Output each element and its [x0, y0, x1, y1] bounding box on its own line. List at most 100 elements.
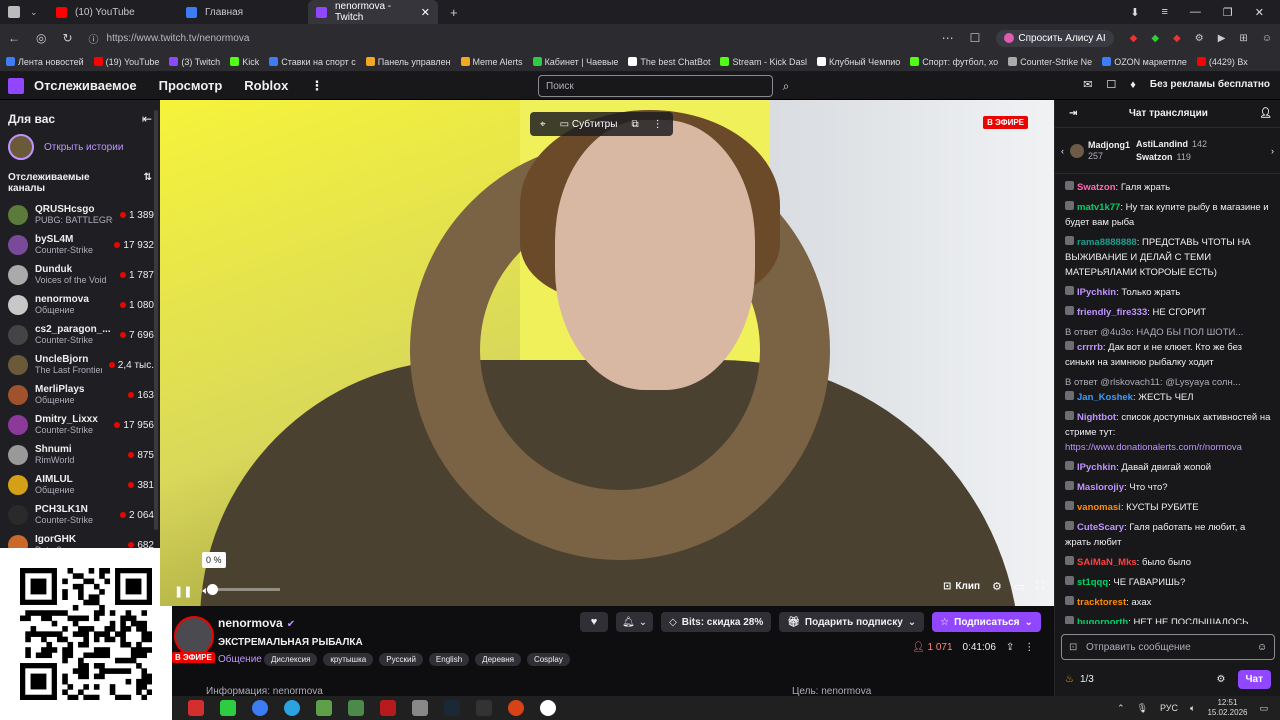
volume-icon[interactable]: 🔈︎: [1190, 703, 1195, 714]
chat-username[interactable]: Jan_Koshek: [1077, 392, 1133, 403]
sidebar-channel-qrushcsgo[interactable]: QRUSHcsgoPUBG: BATTLEGROUNDS 1 389: [0, 200, 160, 230]
chevron-up-icon[interactable]: ⌃: [1117, 703, 1125, 714]
video-player[interactable]: ⌖ ▭ Субтитры ⧉ ⋮ В ЭФИРЕ 0 % ❚❚ 🔈︎ ⊡ Клип…: [160, 100, 1054, 606]
open-stories[interactable]: Открыть истории: [0, 126, 160, 168]
bookmark-item[interactable]: Клубный Чемпио: [816, 57, 900, 67]
yandex-browser-icon[interactable]: [540, 700, 556, 716]
app-icon[interactable]: [316, 700, 332, 716]
chat-message[interactable]: В ответ @4u3o: НАДО БЫ ПОЛ ШОТИ... crrrrb…: [1065, 325, 1271, 370]
bookmark-item[interactable]: (4429) Вх: [1196, 57, 1248, 67]
channel-avatar[interactable]: [174, 616, 214, 656]
minimize-button[interactable]: —: [1190, 6, 1201, 19]
sidebar-channel-cs2-paragon-[interactable]: cs2_paragon_... Counter-Strike 7 696: [0, 320, 160, 350]
crown-icon[interactable]: ♦: [1130, 79, 1136, 91]
tab-twitch[interactable]: nenormova - Twitch ✕: [308, 0, 438, 24]
chat-username[interactable]: vanomasi: [1077, 502, 1121, 513]
app-icon[interactable]: [188, 700, 204, 716]
url-field[interactable]: https://www.twitch.tv/nenormova: [107, 33, 250, 44]
chat-message[interactable]: vanomasi: КУСТЫ РУБИТЕ: [1065, 500, 1271, 515]
reload-icon[interactable]: ↻: [62, 31, 72, 45]
tag[interactable]: English: [428, 653, 470, 666]
sidebar-channel-shnumi[interactable]: Shnumi RimWorld 875: [0, 440, 160, 470]
fullscreen-icon[interactable]: ⛶: [1036, 580, 1044, 593]
chat-username[interactable]: CuteScary: [1077, 522, 1124, 533]
chat-message[interactable]: CuteScary: Галя работать не любит, а жра…: [1065, 520, 1271, 550]
extension-icon[interactable]: ◆: [1173, 33, 1181, 44]
app-icon[interactable]: [412, 700, 428, 716]
chat-message[interactable]: st1qqq: ЧЕ ГАВАРИШЬ?: [1065, 575, 1271, 590]
chat-message[interactable]: Maslorojiy: Что что?: [1065, 480, 1271, 495]
chat-username[interactable]: st1qqq: [1077, 577, 1108, 588]
bookmark-item[interactable]: Kick: [230, 57, 259, 67]
chevron-right-icon[interactable]: ›: [1271, 146, 1274, 156]
tag[interactable]: крутышка: [323, 653, 374, 666]
menu-icon[interactable]: ≡: [1161, 6, 1167, 19]
gift-sub-button[interactable]: 🎁︎ Подарить подписку ⌄: [779, 612, 925, 632]
sidebar-channel-bysl4m[interactable]: bySL4M Counter-Strike 17 932: [0, 230, 160, 260]
streamer-name[interactable]: nenormova ✔: [218, 616, 295, 630]
bookmark-item[interactable]: (19) YouTube: [93, 57, 159, 67]
chat-message[interactable]: tracktorest: ахах: [1065, 595, 1271, 610]
nav-more-icon[interactable]: ⋮: [310, 78, 323, 94]
collapse-chat-icon[interactable]: ⇥: [1069, 108, 1077, 119]
chat-message[interactable]: В ответ @rlskovach11: @Lysyaya солн... Ja…: [1065, 375, 1271, 405]
chat-username[interactable]: IPychkin: [1077, 462, 1116, 473]
sidebar-channel-igorghk[interactable]: IgorGHKDota 2 682: [0, 530, 160, 548]
tag[interactable]: Дислексия: [264, 653, 318, 666]
gear-icon[interactable]: ⚙: [992, 580, 1002, 593]
more-icon[interactable]: ⋯: [942, 31, 954, 45]
channel-points[interactable]: 1/3: [1080, 674, 1094, 685]
extension-icon[interactable]: ▶: [1218, 33, 1226, 44]
new-tab-button[interactable]: +: [450, 5, 458, 20]
share-icon[interactable]: ⇪: [1006, 642, 1014, 653]
reply-context[interactable]: В ответ @4u3o: НАДО БЫ ПОЛ ШОТИ...: [1065, 325, 1271, 340]
volume-slider[interactable]: [210, 588, 280, 591]
bookmark-item[interactable]: Stream - Kick Dasl: [720, 57, 807, 67]
mic-icon[interactable]: 🎙︎: [1137, 703, 1148, 714]
chat-username[interactable]: crrrrb: [1077, 342, 1103, 353]
restore-button[interactable]: ❐: [1223, 6, 1233, 19]
nav-browse[interactable]: Просмотр: [159, 78, 223, 93]
bookmark-item[interactable]: Counter-Strike Ne: [1008, 57, 1092, 67]
more-icon[interactable]: ⋮: [653, 119, 663, 130]
tag[interactable]: Cosplay: [526, 653, 570, 666]
follow-button[interactable]: ♥: [580, 612, 608, 632]
chat-username[interactable]: SAiMaN_Mks: [1077, 557, 1137, 568]
notifications-button[interactable]: 🔔︎ ⌄: [616, 612, 654, 632]
gear-icon[interactable]: ⚙: [1217, 674, 1226, 685]
app-icon[interactable]: [220, 700, 236, 716]
clip-button[interactable]: ⊡ Клип: [943, 581, 980, 592]
bookmark-item[interactable]: Meme Alerts: [460, 57, 523, 67]
bookmark-item[interactable]: Ставки на спорт с: [269, 57, 356, 67]
sidebar-channel-nenormova[interactable]: nenormova Общение 1 080: [0, 290, 160, 320]
sidebar-scrollbar[interactable]: [154, 110, 158, 530]
chat-username[interactable]: Nightbot: [1077, 412, 1116, 423]
emote-icon[interactable]: ☺: [1257, 642, 1267, 653]
reply-context[interactable]: В ответ @rlskovach11: @Lysyaya солн...: [1065, 375, 1271, 390]
sidebar-channel-merliplays[interactable]: MerliPlays Общение 163: [0, 380, 160, 410]
close-icon[interactable]: ✕: [421, 6, 430, 19]
ask-alice-button[interactable]: Спросить Алису AI: [996, 29, 1114, 47]
app-icon[interactable]: [476, 700, 492, 716]
app-icon[interactable]: [380, 700, 396, 716]
more-icon[interactable]: ⋮: [1024, 642, 1034, 653]
bookmark-item[interactable]: The best ChatBot: [628, 57, 710, 67]
chat-username[interactable]: IPychkin: [1077, 287, 1116, 298]
bookmark-item[interactable]: (3) Twitch: [169, 57, 220, 67]
chat-message[interactable]: matv1k77: Ну так купите рыбу в магазине …: [1065, 200, 1271, 230]
chat-username[interactable]: friendly_fire333: [1077, 307, 1147, 318]
close-window-button[interactable]: ✕: [1255, 6, 1264, 19]
chat-username[interactable]: Maslorojiy: [1077, 482, 1124, 493]
search-input[interactable]: Поиск: [538, 75, 773, 97]
chat-message[interactable]: Swatzon: Галя жрать: [1065, 180, 1271, 195]
twitch-logo-icon[interactable]: [8, 77, 24, 94]
extension-icon[interactable]: ⊞: [1239, 33, 1247, 44]
notifications-icon[interactable]: ▭: [1259, 703, 1268, 714]
tag[interactable]: Русский: [379, 653, 423, 666]
steam-icon[interactable]: [444, 700, 460, 716]
sidebar-channel-dunduk[interactable]: Dunduk Voices of the Void 1 787: [0, 260, 160, 290]
bookmark-item[interactable]: Кабинет | Чаевые: [532, 57, 618, 67]
bookmark-item[interactable]: Панель управлен: [365, 57, 451, 67]
chat-send-button[interactable]: Чат: [1237, 669, 1271, 689]
inbox-icon[interactable]: ✉: [1083, 78, 1092, 91]
